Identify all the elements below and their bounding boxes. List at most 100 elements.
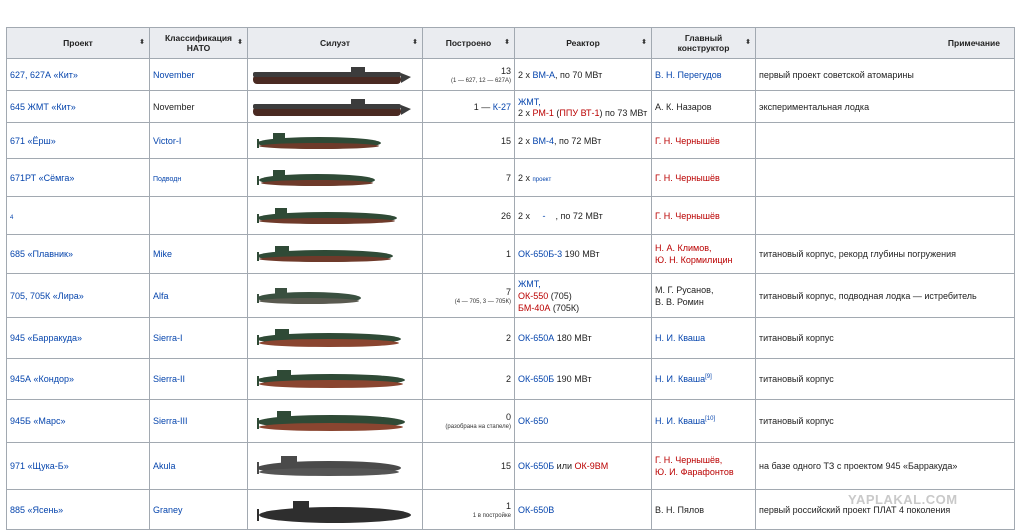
project-label[interactable]: 627, 627А «Кит» [10,70,78,80]
project-label[interactable]: 645 ЖМТ «Кит» [10,102,76,112]
submarine-silhouette-image[interactable] [251,124,423,158]
project-label[interactable]: 885 «Ясень» [10,505,63,515]
reactor-redlink[interactable]: ОК-550 [518,291,548,301]
footnote-link[interactable]: [9] [705,374,712,380]
project-link[interactable]: 945А «Кондор» [6,358,150,400]
col-header-nato[interactable]: Классификация НАТО ⬍ [149,27,248,59]
nato-label[interactable]: November [153,70,195,80]
nato-link[interactable]: Graney [149,489,248,530]
nato-link[interactable]: Victor-I [149,122,248,159]
reactor-link[interactable]: ОК-650Б [518,374,554,384]
nato-label[interactable]: Sierra-III [153,416,188,426]
project-link[interactable]: 645 ЖМТ «Кит» [6,90,150,123]
reactor-redlink[interactable]: РМ-1 [533,108,554,118]
reactor-link[interactable]: ОК-650Б [518,461,554,471]
submarine-silhouette-image[interactable] [251,491,423,529]
reactor-link[interactable]: проект [533,177,552,183]
project-link[interactable]: 971 «Щука-Б» [6,442,150,490]
designer-link[interactable]: В. Н. Перегудов [655,70,722,80]
nato-link[interactable]: Подводн [149,158,248,197]
nato-label[interactable]: Mike [153,249,172,259]
col-header-silhouette[interactable]: Силуэт ⬍ [247,27,423,59]
reactor-link[interactable]: ОК-650 [518,416,548,426]
project-label[interactable]: 705, 705К «Лира» [10,291,84,301]
nato-label[interactable]: Sierra-I [153,333,183,343]
nato-link[interactable]: Sierra-III [149,399,248,443]
designer-redlink[interactable]: Г. Н. Чернышёв [655,173,720,183]
sort-icon[interactable]: ⬍ [745,39,751,46]
project-label[interactable]: 945Б «Марс» [10,416,66,426]
project-label[interactable]: 971 «Щука-Б» [10,461,69,471]
sort-icon[interactable]: ⬍ [412,39,418,46]
nato-label[interactable]: Подводн [153,176,181,183]
designer-link[interactable]: Н. И. Кваша [655,333,705,343]
submarine-silhouette-image[interactable] [251,444,423,488]
designer-redlink[interactable]: Ю. И. Фарафонтов [655,466,752,478]
reactor-link[interactable]: ВМ-4 [533,136,555,146]
project-link[interactable]: 4 [6,196,150,235]
submarine-silhouette-image[interactable] [251,360,423,398]
project-label[interactable]: 671 «Ёрш» [10,136,56,146]
designer-redlink[interactable]: Ю. Н. Кормилицин [655,254,752,266]
reactor-redlink[interactable]: ОК-9ВМ [574,461,608,471]
submarine-silhouette-image[interactable] [251,160,423,196]
designer-redlink[interactable]: Г. Н. Чернышёв, [655,454,752,466]
nato-link[interactable]: Sierra-I [149,317,248,359]
nato-link[interactable]: Sierra-II [149,358,248,400]
boat-link[interactable]: К-27 [493,102,511,112]
nato-label[interactable]: Alfa [153,291,169,301]
reactor-redlink[interactable]: БМ-40А [518,303,550,313]
col-header-built[interactable]: Построено ⬍ [422,27,515,59]
project-label[interactable]: 685 «Плавник» [10,249,73,259]
nato-link[interactable]: November [149,58,248,91]
submarine-silhouette-image[interactable] [251,236,423,272]
reactor-link[interactable]: ОК-650Б-3 [518,249,562,259]
project-link[interactable]: 627, 627А «Кит» [6,58,150,91]
nato-label[interactable]: Akula [153,461,176,471]
nato-label[interactable]: Sierra-II [153,374,185,384]
submarine-silhouette-image[interactable] [251,198,423,234]
reactor-link[interactable]: ЖМТ, [518,96,648,108]
submarine-silhouette-image[interactable] [251,401,423,441]
designer-link[interactable]: Н. И. Кваша [655,374,705,384]
reactor-link[interactable]: - [533,211,556,221]
nato-link[interactable]: Mike [149,234,248,274]
footnote-link[interactable]: [10] [705,416,715,422]
project-link[interactable]: 671 «Ёрш» [6,122,150,159]
nato-label[interactable]: Victor-I [153,136,181,146]
built-value: 26 [500,210,511,221]
project-link[interactable]: 671РТ «Сёмга» [6,158,150,197]
reactor-link[interactable]: ОК-650А [518,333,554,343]
designer-redlink[interactable]: Г. Н. Чернышёв [655,136,720,146]
col-header-project[interactable]: Проект ⬍ [6,27,150,59]
project-link[interactable]: 885 «Ясень» [6,489,150,530]
project-link[interactable]: 705, 705К «Лира» [6,273,150,318]
nato-label[interactable]: Graney [153,505,183,515]
col-header-reactor[interactable]: Реактор ⬍ [514,27,652,59]
submarine-silhouette-image[interactable] [251,319,423,357]
submarine-silhouette-image[interactable] [251,60,423,90]
project-label[interactable]: 945 «Барракуда» [10,333,82,343]
submarine-silhouette-image[interactable] [251,276,423,316]
reactor-link[interactable]: ОК-650В [518,505,554,515]
project-label[interactable]: 4 [10,215,13,221]
submarine-silhouette-image[interactable] [251,92,423,122]
project-link[interactable]: 945Б «Марс» [6,399,150,443]
designer-redlink[interactable]: Н. А. Климов, [655,242,752,254]
nato-link[interactable]: Alfa [149,273,248,318]
sort-icon[interactable]: ⬍ [237,39,243,46]
reactor-link[interactable]: ЖМТ, [518,278,648,290]
sort-icon[interactable]: ⬍ [504,39,510,46]
sort-icon[interactable]: ⬍ [139,39,145,46]
col-header-designer[interactable]: Главный конструктор ⬍ [651,27,756,59]
project-label[interactable]: 945А «Кондор» [10,374,74,384]
reactor-link[interactable]: ВМ-А [533,70,556,80]
project-link[interactable]: 945 «Барракуда» [6,317,150,359]
reactor-redlink[interactable]: ППУ ВТ-1 [559,108,599,118]
project-label[interactable]: 671РТ «Сёмга» [10,173,74,183]
designer-redlink[interactable]: Г. Н. Чернышёв [655,211,720,221]
sort-icon[interactable]: ⬍ [641,39,647,46]
nato-link[interactable]: Akula [149,442,248,490]
project-link[interactable]: 685 «Плавник» [6,234,150,274]
designer-link[interactable]: Н. И. Кваша [655,416,705,426]
